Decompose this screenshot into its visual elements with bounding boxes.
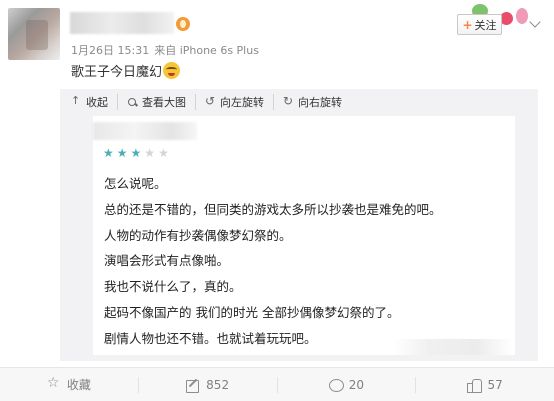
comment-button[interactable]: 20	[278, 376, 417, 393]
review-line: 怎么说呢。	[104, 176, 167, 191]
action-bar: 收藏 852 20 57	[0, 367, 554, 401]
view-large-button[interactable]: 查看大图	[127, 94, 196, 110]
rotate-right-icon	[283, 94, 294, 108]
cartoon-pig-decoration-icon	[516, 8, 528, 24]
star-filled-icon: ★	[103, 146, 114, 160]
member-badge-icon[interactable]	[176, 17, 190, 31]
review-line: 总的还是不错的，但同类的游戏太多所以抄袭也是难免的吧。	[104, 201, 442, 217]
post-timestamp[interactable]: 1月26日 15:31	[71, 44, 149, 57]
post-source: 来自 iPhone 6s Plus	[154, 44, 259, 57]
follow-label: 关注	[474, 18, 497, 32]
rotate-left-label: 向左旋转	[220, 96, 264, 109]
reviewer-name-blurred	[93, 122, 197, 140]
review-line: 起码不像国产的 我们的时光 全部抄偶像梦幻祭的了。	[104, 305, 400, 320]
star-filled-icon: ★	[116, 146, 128, 160]
repost-button[interactable]: 852	[139, 376, 278, 393]
rotate-right-label: 向右旋转	[298, 96, 342, 109]
image-toolbar: 收起 查看大图 向左旋转 向右旋转	[71, 94, 360, 110]
username-blurred[interactable]	[70, 12, 174, 34]
like-count: 57	[487, 377, 503, 392]
review-line: 演唱会形式有点像啪。	[104, 253, 230, 269]
comment-count: 20	[348, 377, 365, 392]
rotate-left-icon	[205, 94, 216, 108]
view-large-label: 查看大图	[142, 96, 186, 109]
rotate-right-button[interactable]: 向右旋转	[283, 94, 351, 110]
review-line: 我也不说什么了，真的。	[104, 279, 242, 295]
star-filled-icon: ★	[130, 146, 142, 160]
star-outline-icon	[47, 375, 61, 392]
favorite-label: 收藏	[66, 378, 91, 392]
star-rating: ★ ★ ★ ★ ★	[103, 147, 169, 159]
post-meta: 1月26日 15:31 来自 iPhone 6s Plus	[71, 42, 264, 58]
follow-button[interactable]: + 关注	[457, 14, 502, 35]
collapse-button[interactable]: 收起	[71, 94, 118, 110]
watermark-blurred	[393, 339, 513, 355]
review-line: 剧情人物也还不错。也就试着玩玩吧。	[104, 330, 317, 346]
comment-bubble-icon	[328, 378, 344, 392]
plus-icon: +	[462, 17, 473, 32]
collapse-label: 收起	[86, 96, 108, 109]
review-line: 人物的动作有抄袭偶像梦幻祭的。	[104, 227, 292, 243]
arrow-up-icon	[71, 94, 82, 108]
chevron-down-icon[interactable]	[529, 16, 541, 28]
like-button[interactable]: 57	[416, 377, 554, 393]
repost-icon	[186, 378, 200, 393]
repost-count: 852	[206, 377, 230, 392]
thumbs-up-icon	[467, 378, 483, 393]
post-text-content: 歌王子今日魔幻	[71, 65, 163, 80]
favorite-button[interactable]: 收藏	[0, 375, 139, 393]
rotate-left-button[interactable]: 向左旋转	[205, 94, 274, 110]
weibo-post-card: 1月26日 15:31 来自 iPhone 6s Plus 歌王子今日魔幻 + 关…	[0, 0, 554, 401]
star-empty-icon: ★	[144, 146, 156, 160]
smile-emoji-icon	[163, 62, 181, 79]
review-image[interactable]: ★ ★ ★ ★ ★ 怎么说呢。 总的还是不错的，但同类的游戏太多所以抄袭也是难免的吧。 人物…	[93, 116, 515, 355]
magnifier-icon	[127, 97, 138, 108]
avatar[interactable]	[8, 8, 60, 60]
post-text: 歌王子今日魔幻	[71, 61, 181, 80]
star-empty-icon: ★	[158, 146, 169, 160]
